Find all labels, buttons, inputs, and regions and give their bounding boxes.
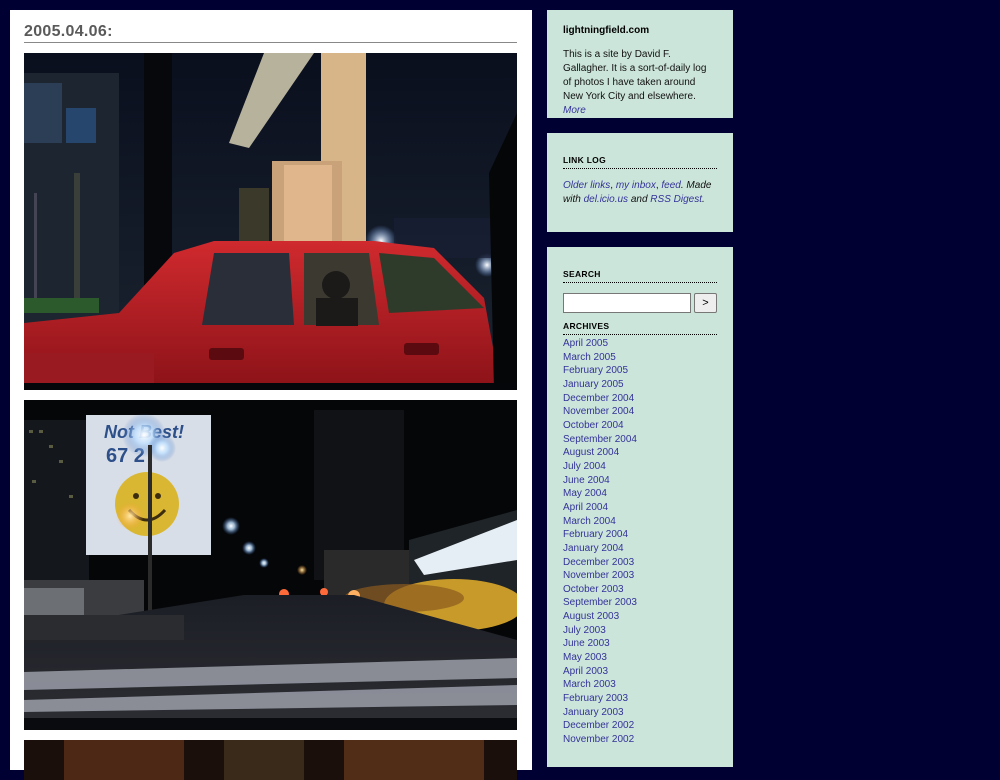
archive-item: July 2003 — [563, 624, 717, 638]
archive-item: March 2005 — [563, 351, 717, 365]
archive-month-link[interactable]: April 2004 — [563, 501, 717, 515]
link-log-box: LINK LOG Older links, my inbox, feed. Ma… — [547, 133, 733, 232]
archive-month-link[interactable]: March 2004 — [563, 515, 717, 529]
archive-month-link[interactable]: February 2004 — [563, 528, 717, 542]
search-form: > — [563, 293, 717, 313]
archive-item: September 2004 — [563, 433, 717, 447]
my-inbox-link[interactable]: my inbox — [616, 180, 656, 191]
archive-item: August 2004 — [563, 446, 717, 460]
photo-taxi-night[interactable] — [24, 53, 517, 390]
site-title: lightningfield.com — [563, 25, 650, 36]
archive-item: March 2004 — [563, 515, 717, 529]
archive-month-link[interactable]: August 2003 — [563, 610, 717, 624]
archive-item: September 2003 — [563, 596, 717, 610]
about-text: This is a site by David F. Gallagher. It… — [563, 49, 707, 102]
search-archives-box: SEARCH > ARCHIVES April 2005 March 2005 Fe… — [547, 247, 733, 767]
and-text: and — [630, 194, 648, 205]
archive-item: April 2005 — [563, 337, 717, 351]
archive-item: May 2003 — [563, 651, 717, 665]
archives-heading: ARCHIVES — [563, 319, 717, 335]
delicious-link[interactable]: del.icio.us — [584, 194, 628, 205]
archive-month-link[interactable]: May 2004 — [563, 487, 717, 501]
photo-partial[interactable] — [24, 740, 517, 780]
archive-item: June 2004 — [563, 474, 717, 488]
archive-month-link[interactable]: February 2005 — [563, 364, 717, 378]
archive-item: January 2004 — [563, 542, 717, 556]
archive-item: December 2003 — [563, 556, 717, 570]
archive-month-link[interactable]: February 2003 — [563, 692, 717, 706]
archive-month-link[interactable]: March 2003 — [563, 678, 717, 692]
archive-item: March 2003 — [563, 678, 717, 692]
archive-item: February 2005 — [563, 364, 717, 378]
more-link[interactable]: More — [563, 105, 586, 116]
archive-item: October 2004 — [563, 419, 717, 433]
archive-month-link[interactable]: April 2003 — [563, 665, 717, 679]
archive-month-link[interactable]: July 2003 — [563, 624, 717, 638]
search-input[interactable] — [563, 293, 691, 313]
archive-month-link[interactable]: January 2004 — [563, 542, 717, 556]
archive-month-link[interactable]: November 2002 — [563, 733, 717, 747]
link-log-text: Older links, my inbox, feed. Made with d… — [563, 180, 712, 205]
archive-month-link[interactable]: January 2003 — [563, 706, 717, 720]
archive-month-link[interactable]: December 2003 — [563, 556, 717, 570]
archive-month-link[interactable]: October 2004 — [563, 419, 717, 433]
main-content: 2005.04.06: Not 67 2 — [10, 10, 532, 780]
archive-item: January 2003 — [563, 706, 717, 720]
archive-month-link[interactable]: July 2004 — [563, 460, 717, 474]
archive-item: February 2004 — [563, 528, 717, 542]
archives-list: April 2005 March 2005 February 2005 January… — [563, 337, 717, 747]
archive-item: February 2003 — [563, 692, 717, 706]
photo-partial-image — [24, 740, 517, 780]
archive-month-link[interactable]: December 2004 — [563, 392, 717, 406]
about-box: lightningfield.com This is a site by Dav… — [547, 10, 733, 118]
archive-item: July 2004 — [563, 460, 717, 474]
archive-month-link[interactable]: October 2003 — [563, 583, 717, 597]
link-log-heading: LINK LOG — [563, 153, 717, 169]
archive-item: November 2004 — [563, 405, 717, 419]
archive-item: May 2004 — [563, 487, 717, 501]
archive-item: December 2004 — [563, 392, 717, 406]
post-date: 2005.04.06: — [24, 23, 113, 40]
archive-item: November 2003 — [563, 569, 717, 583]
photo-taxi-image — [24, 53, 517, 390]
archive-item: January 2005 — [563, 378, 717, 392]
date-divider — [24, 42, 517, 43]
archive-month-link[interactable]: December 2002 — [563, 719, 717, 733]
photo-street-image: Not Best! 67 2 — [24, 400, 517, 730]
archive-month-link[interactable]: August 2004 — [563, 446, 717, 460]
archive-month-link[interactable]: September 2003 — [563, 596, 717, 610]
archive-month-link[interactable]: March 2005 — [563, 351, 717, 365]
archive-month-link[interactable]: June 2003 — [563, 637, 717, 651]
feed-link[interactable]: feed — [661, 180, 680, 191]
archive-month-link[interactable]: May 2003 — [563, 651, 717, 665]
search-heading: SEARCH — [563, 267, 717, 283]
about-description: This is a site by David F. Gallagher. It… — [563, 48, 717, 118]
rss-digest-link[interactable]: RSS Digest — [650, 194, 702, 205]
archive-item: April 2004 — [563, 501, 717, 515]
archive-item: October 2003 — [563, 583, 717, 597]
archive-item: December 2002 — [563, 719, 717, 733]
photo-night-street[interactable]: Not Best! 67 2 — [24, 400, 517, 730]
archive-item: April 2003 — [563, 665, 717, 679]
archive-month-link[interactable]: November 2003 — [563, 569, 717, 583]
archive-item: November 2002 — [563, 733, 717, 747]
archive-month-link[interactable]: January 2005 — [563, 378, 717, 392]
archive-month-link[interactable]: November 2004 — [563, 405, 717, 419]
archive-month-link[interactable]: June 2004 — [563, 474, 717, 488]
archive-month-link[interactable]: September 2004 — [563, 433, 717, 447]
search-submit-button[interactable]: > — [694, 293, 717, 313]
archive-month-link[interactable]: April 2005 — [563, 337, 717, 351]
older-links-link[interactable]: Older links — [563, 180, 610, 191]
archive-item: August 2003 — [563, 610, 717, 624]
archive-item: June 2003 — [563, 637, 717, 651]
